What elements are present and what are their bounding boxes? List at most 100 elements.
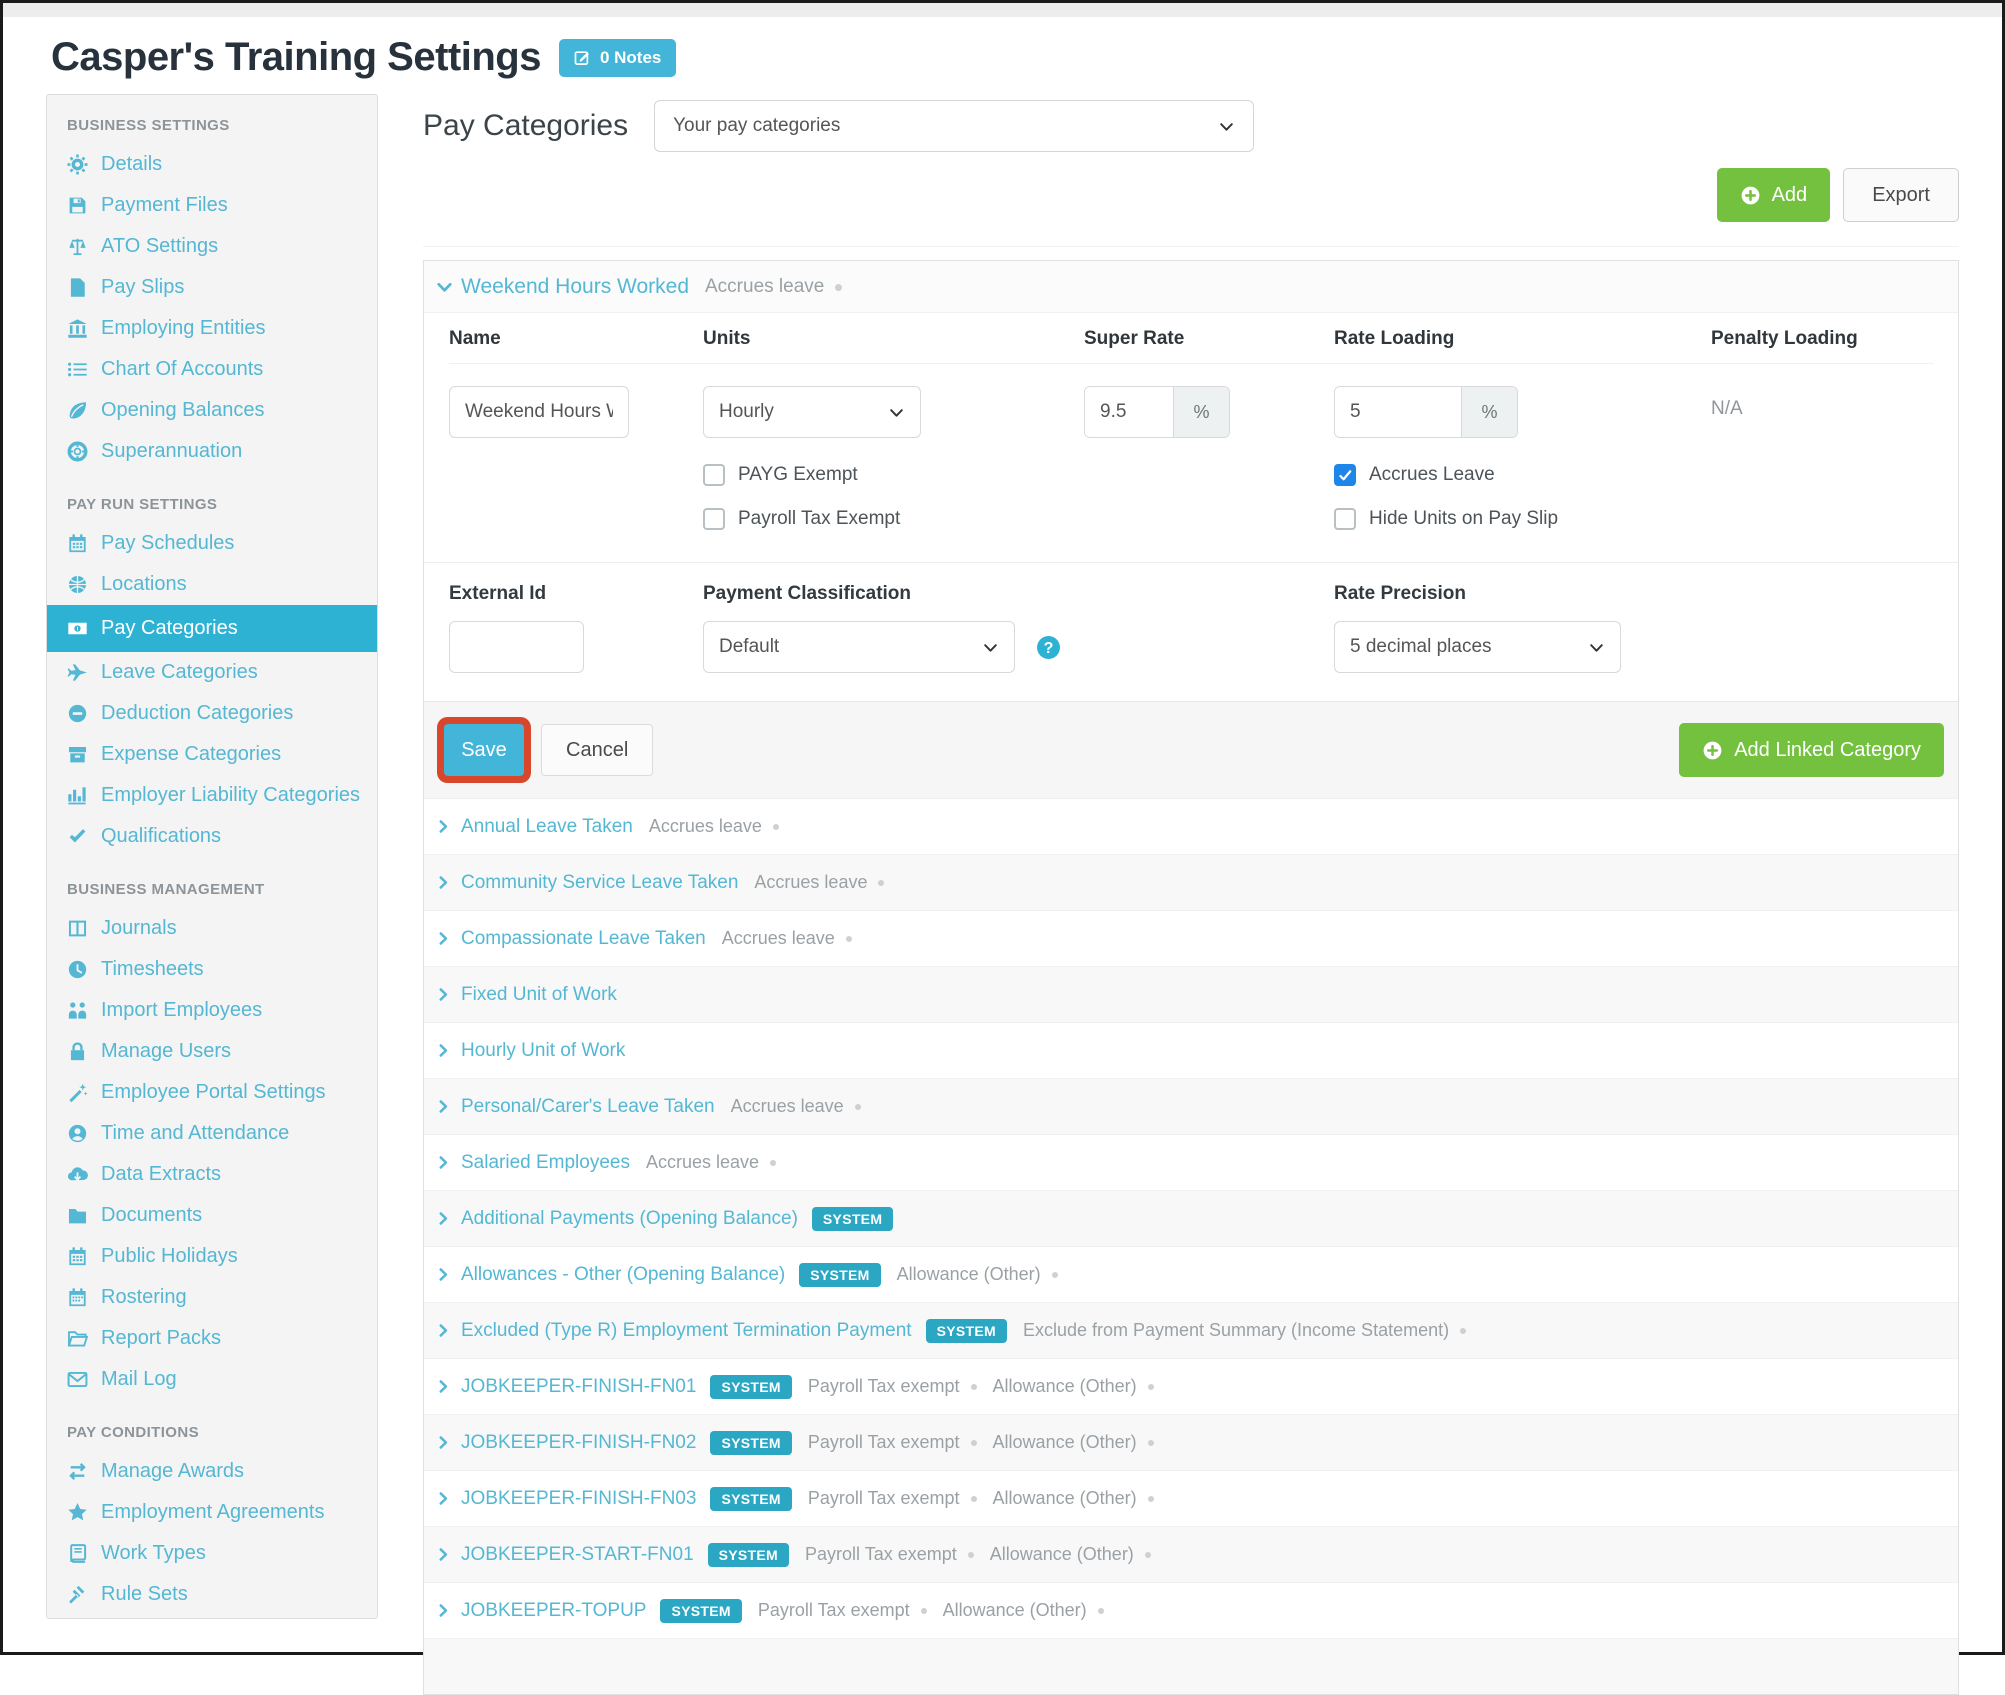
category-row[interactable]: Personal/Carer's Leave TakenAccrues leav…	[424, 1078, 1958, 1134]
category-name-link[interactable]: JOBKEEPER-FINISH-FN02	[461, 1432, 696, 1454]
external-id-field[interactable]	[449, 621, 584, 673]
chevron-right-icon	[436, 1211, 451, 1226]
sidebar-item-pay-slips[interactable]: Pay Slips	[47, 267, 377, 308]
sidebar-item-superannuation[interactable]: Superannuation	[47, 431, 377, 472]
sidebar-item-pay-rate-templates[interactable]: Pay Rate Templates	[47, 1615, 377, 1619]
sidebar-item-payment-files[interactable]: Payment Files	[47, 185, 377, 226]
category-row[interactable]: JOBKEEPER-FINISH-FN03SYSTEMPayroll Tax e…	[424, 1470, 1958, 1526]
sidebar-item-pay-categories[interactable]: Pay Categories	[47, 605, 377, 652]
payment-classification-select[interactable]: Default	[703, 621, 1015, 673]
tag-dot	[971, 1384, 977, 1390]
editor-footer: Save Cancel Add Linked Category	[424, 701, 1958, 798]
checkbox-payroll-tax-exempt[interactable]: Payroll Tax Exempt	[703, 508, 1334, 530]
category-name-link[interactable]: Excluded (Type R) Employment Termination…	[461, 1320, 912, 1342]
sidebar-item-mail-log[interactable]: Mail Log	[47, 1359, 377, 1400]
category-name-link[interactable]: Personal/Carer's Leave Taken	[461, 1096, 715, 1118]
category-name-link[interactable]: Salaried Employees	[461, 1152, 630, 1174]
sidebar-item-report-packs[interactable]: Report Packs	[47, 1318, 377, 1359]
category-row[interactable]: Compassionate Leave TakenAccrues leave	[424, 910, 1958, 966]
export-button[interactable]: Export	[1843, 168, 1959, 222]
help-icon[interactable]: ?	[1035, 634, 1062, 661]
sidebar-item-timesheets[interactable]: Timesheets	[47, 949, 377, 990]
category-row[interactable]: Community Service Leave TakenAccrues lea…	[424, 854, 1958, 910]
category-row[interactable]: Fixed Unit of Work	[424, 966, 1958, 1022]
add-button[interactable]: Add	[1717, 168, 1831, 222]
pay-categories-filter-select[interactable]: Your pay categories	[654, 100, 1254, 152]
sidebar-item-chart-of-accounts[interactable]: Chart Of Accounts	[47, 349, 377, 390]
sidebar-item-work-types[interactable]: Work Types	[47, 1533, 377, 1574]
category-name-link[interactable]: JOBKEEPER-TOPUP	[461, 1600, 646, 1622]
sidebar-item-employment-agreements[interactable]: Employment Agreements	[47, 1492, 377, 1533]
sidebar-item-leave-categories[interactable]: Leave Categories	[47, 652, 377, 693]
sidebar-item-locations[interactable]: Locations	[47, 564, 377, 605]
category-name-link[interactable]: Annual Leave Taken	[461, 816, 633, 838]
sidebar-item-rule-sets[interactable]: Rule Sets	[47, 1574, 377, 1615]
category-row[interactable]: JOBKEEPER-FINISH-FN01SYSTEMPayroll Tax e…	[424, 1358, 1958, 1414]
sidebar-item-data-extracts[interactable]: Data Extracts	[47, 1154, 377, 1195]
unchecked-checkbox-icon[interactable]	[703, 508, 725, 530]
sidebar-item-deduction-categories[interactable]: Deduction Categories	[47, 693, 377, 734]
sidebar-item-manage-users[interactable]: Manage Users	[47, 1031, 377, 1072]
sidebar-item-documents[interactable]: Documents	[47, 1195, 377, 1236]
category-name-link[interactable]: Hourly Unit of Work	[461, 1040, 625, 1062]
checked-checkbox-icon[interactable]	[1334, 464, 1356, 486]
checkbox-payg-exempt[interactable]: PAYG Exempt	[703, 464, 1334, 486]
sidebar-item-time-and-attendance[interactable]: Time and Attendance	[47, 1113, 377, 1154]
unchecked-checkbox-icon[interactable]	[703, 464, 725, 486]
sidebar-item-expense-categories[interactable]: Expense Categories	[47, 734, 377, 775]
cancel-button[interactable]: Cancel	[541, 724, 653, 776]
sidebar-item-rostering[interactable]: Rostering	[47, 1277, 377, 1318]
unchecked-checkbox-icon[interactable]	[1334, 508, 1356, 530]
rate-loading-field[interactable]	[1335, 387, 1461, 437]
category-row[interactable]: Annual Leave TakenAccrues leave	[424, 798, 1958, 854]
save-button[interactable]: Save	[444, 724, 524, 776]
sidebar-item-label: Public Holidays	[101, 1245, 238, 1268]
chevron-right-icon	[436, 931, 451, 946]
sidebar-item-manage-awards[interactable]: Manage Awards	[47, 1451, 377, 1492]
category-name-link[interactable]: Community Service Leave Taken	[461, 872, 738, 894]
category-name-link[interactable]: JOBKEEPER-START-FN01	[461, 1544, 694, 1566]
rate-precision-select[interactable]: 5 decimal places	[1334, 621, 1621, 673]
sidebar-item-journals[interactable]: Journals	[47, 908, 377, 949]
sidebar-item-details[interactable]: Details	[47, 144, 377, 185]
category-row[interactable]: JOBKEEPER-START-FN01SYSTEMPayroll Tax ex…	[424, 1526, 1958, 1582]
category-name-link[interactable]: Allowances - Other (Opening Balance)	[461, 1264, 785, 1286]
sidebar-item-ato-settings[interactable]: ATO Settings	[47, 226, 377, 267]
category-tag: Allowance (Other)	[993, 1376, 1137, 1397]
units-select[interactable]: Hourly	[703, 386, 921, 438]
divider	[423, 246, 1959, 247]
category-name-link[interactable]: JOBKEEPER-FINISH-FN03	[461, 1488, 696, 1510]
sidebar-item-label: Report Packs	[101, 1327, 221, 1350]
category-tag: Payroll Tax exempt	[808, 1432, 960, 1453]
sidebar-item-employing-entities[interactable]: Employing Entities	[47, 308, 377, 349]
category-name-link[interactable]: Additional Payments (Opening Balance)	[461, 1208, 798, 1230]
sidebar-item-public-holidays[interactable]: Public Holidays	[47, 1236, 377, 1277]
category-row[interactable]: JOBKEEPER-FINISH-FN02SYSTEMPayroll Tax e…	[424, 1414, 1958, 1470]
sidebar-item-pay-schedules[interactable]: Pay Schedules	[47, 523, 377, 564]
category-row[interactable]: Additional Payments (Opening Balance)SYS…	[424, 1190, 1958, 1246]
name-field[interactable]	[449, 386, 629, 438]
category-tag: Payroll Tax exempt	[808, 1376, 960, 1397]
checkbox-accrues-leave[interactable]: Accrues Leave	[1334, 464, 1934, 486]
category-name-link[interactable]: Fixed Unit of Work	[461, 984, 617, 1006]
sidebar-item-label: Pay Categories	[101, 617, 238, 640]
category-row[interactable]: Hourly Unit of Work	[424, 1022, 1958, 1078]
category-row[interactable]: Excluded (Type R) Employment Termination…	[424, 1302, 1958, 1358]
checkbox-hide-units-on-pay-slip[interactable]: Hide Units on Pay Slip	[1334, 508, 1934, 530]
sidebar-item-employer-liability-categories[interactable]: Employer Liability Categories	[47, 775, 377, 816]
notes-button[interactable]: 0 Notes	[559, 39, 676, 77]
super-rate-field[interactable]	[1085, 387, 1173, 437]
sidebar-item-qualifications[interactable]: Qualifications	[47, 816, 377, 857]
category-name-link[interactable]: JOBKEEPER-FINISH-FN01	[461, 1376, 696, 1398]
category-row[interactable]: JOBKEEPER-TOPUPSYSTEMPayroll Tax exemptA…	[424, 1582, 1958, 1638]
category-row-partial[interactable]	[424, 1638, 1958, 1694]
add-linked-category-button[interactable]: Add Linked Category	[1679, 723, 1944, 777]
sidebar-item-import-employees[interactable]: Import Employees	[47, 990, 377, 1031]
category-row[interactable]: Allowances - Other (Opening Balance)SYST…	[424, 1246, 1958, 1302]
sidebar-item-opening-balances[interactable]: Opening Balances	[47, 390, 377, 431]
page-section-heading: Pay Categories	[423, 109, 628, 143]
category-name-link[interactable]: Compassionate Leave Taken	[461, 928, 706, 950]
sidebar-item-employee-portal-settings[interactable]: Employee Portal Settings	[47, 1072, 377, 1113]
category-row[interactable]: Salaried EmployeesAccrues leave	[424, 1134, 1958, 1190]
category-name-link[interactable]: Weekend Hours Worked	[461, 275, 689, 299]
